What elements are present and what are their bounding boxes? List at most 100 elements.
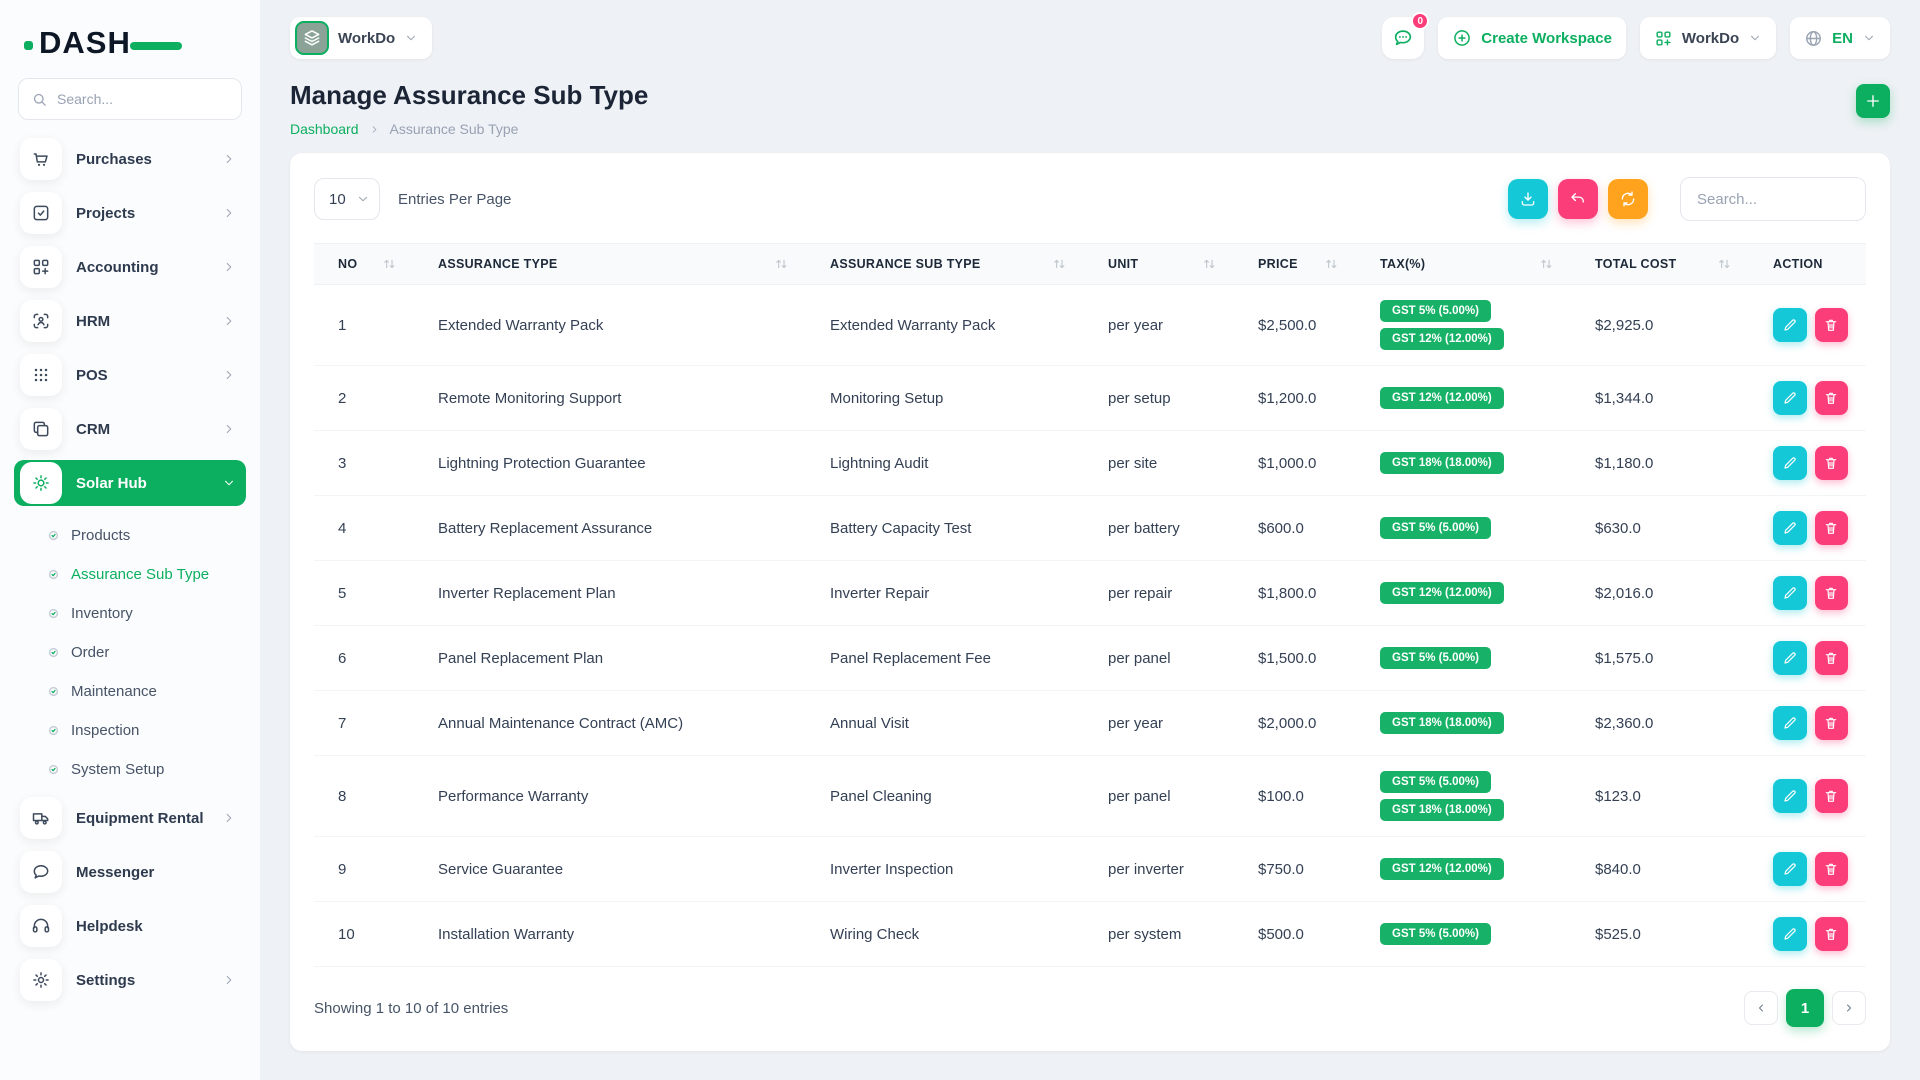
- column-header-price[interactable]: PRICE: [1234, 243, 1356, 285]
- sidebar-item-purchases[interactable]: Purchases: [14, 136, 246, 182]
- logo-dot: [24, 40, 33, 50]
- sidebar: DASH Purchases Projects Accounting HRM P…: [0, 0, 260, 1080]
- main-area: WorkDo 0 Create Workspace WorkDo EN Mana…: [260, 0, 1920, 1080]
- cell-price: $2,000.0: [1234, 690, 1356, 756]
- cell-total-cost: $1,575.0: [1571, 625, 1749, 691]
- cell-total-cost: $525.0: [1571, 901, 1749, 967]
- sidebar-item-messenger[interactable]: Messenger: [14, 849, 246, 895]
- edit-button[interactable]: [1773, 576, 1807, 610]
- sidebar-subitem-assurance-sub-type[interactable]: Assurance Sub Type: [48, 555, 246, 594]
- sort-icon[interactable]: [1203, 258, 1216, 270]
- workspace-name: WorkDo: [338, 29, 396, 47]
- sort-icon[interactable]: [775, 258, 788, 270]
- create-workspace-button[interactable]: Create Workspace: [1438, 17, 1626, 59]
- cell-assurance-type: Battery Replacement Assurance: [414, 495, 806, 561]
- sidebar-subitem-products[interactable]: Products: [48, 516, 246, 555]
- delete-button[interactable]: [1814, 381, 1848, 415]
- sidebar-search-input[interactable]: [57, 91, 229, 107]
- column-header-unit[interactable]: UNIT: [1084, 243, 1234, 285]
- cell-action: [1749, 365, 1866, 431]
- sidebar-item-accounting[interactable]: Accounting: [14, 244, 246, 290]
- delete-button[interactable]: [1814, 308, 1848, 342]
- sidebar-item-projects[interactable]: Projects: [14, 190, 246, 236]
- sidebar-subitem-inventory[interactable]: Inventory: [48, 594, 246, 633]
- edit-button[interactable]: [1773, 852, 1807, 886]
- sort-icon[interactable]: [1053, 258, 1066, 270]
- edit-button[interactable]: [1773, 446, 1807, 480]
- bullet-icon: [48, 647, 59, 658]
- brand-logo[interactable]: DASH: [14, 16, 246, 64]
- column-header-total-cost[interactable]: TOTAL COST: [1571, 243, 1749, 285]
- breadcrumb-current: Assurance Sub Type: [389, 121, 519, 137]
- chevron-right-icon: [222, 314, 236, 328]
- sidebar-item-pos[interactable]: POS: [14, 352, 246, 398]
- delete-button[interactable]: [1814, 511, 1848, 545]
- entries-per-page-select[interactable]: 10: [314, 178, 380, 220]
- sidebar-search[interactable]: [18, 78, 242, 120]
- edit-button[interactable]: [1773, 706, 1807, 740]
- bullet-icon: [48, 608, 59, 619]
- cell-action: [1749, 625, 1866, 691]
- dots-grid-icon: [31, 365, 51, 385]
- export-button[interactable]: [1508, 179, 1548, 219]
- delete-button[interactable]: [1814, 917, 1848, 951]
- sidebar-item-equipment-rental[interactable]: Equipment Rental: [14, 795, 246, 841]
- pagination-prev-button[interactable]: [1744, 991, 1778, 1025]
- sort-icon[interactable]: [1325, 258, 1338, 270]
- title-row: Manage Assurance Sub Type Dashboard Assu…: [290, 80, 1890, 137]
- sidebar-item-crm[interactable]: CRM: [14, 406, 246, 452]
- edit-button[interactable]: [1773, 779, 1807, 813]
- edit-button[interactable]: [1773, 308, 1807, 342]
- workspace-switcher[interactable]: WorkDo: [290, 17, 433, 59]
- edit-button[interactable]: [1773, 511, 1807, 545]
- topbar: WorkDo 0 Create Workspace WorkDo EN: [290, 12, 1890, 62]
- sidebar-subitem-order[interactable]: Order: [48, 633, 246, 672]
- column-header-no[interactable]: NO: [314, 243, 414, 285]
- back-button[interactable]: [1558, 179, 1598, 219]
- table-search-input[interactable]: [1680, 177, 1866, 221]
- column-header-tax[interactable]: TAX(%): [1356, 243, 1571, 285]
- refresh-button[interactable]: [1608, 179, 1648, 219]
- cell-action: [1749, 755, 1866, 837]
- sidebar-item-solar-hub[interactable]: Solar Hub: [14, 460, 246, 506]
- delete-button[interactable]: [1814, 641, 1848, 675]
- cell-no: 4: [314, 495, 414, 561]
- pagination-next-button[interactable]: [1832, 991, 1866, 1025]
- sort-icon[interactable]: [383, 258, 396, 270]
- column-header-assurance-sub-type[interactable]: ASSURANCE SUB TYPE: [806, 243, 1084, 285]
- delete-button[interactable]: [1814, 779, 1848, 813]
- column-header-assurance-type[interactable]: ASSURANCE TYPE: [414, 243, 806, 285]
- sidebar-item-helpdesk[interactable]: Helpdesk: [14, 903, 246, 949]
- add-assurance-sub-type-button[interactable]: [1856, 84, 1890, 118]
- language-label: EN: [1832, 29, 1853, 47]
- delete-button[interactable]: [1814, 576, 1848, 610]
- cell-no: 3: [314, 430, 414, 496]
- apps-menu-button[interactable]: WorkDo: [1639, 17, 1777, 59]
- sidebar-subitem-system-setup[interactable]: System Setup: [48, 750, 246, 789]
- delete-button[interactable]: [1814, 706, 1848, 740]
- column-header-action: ACTION: [1749, 243, 1866, 285]
- sidebar-item-settings[interactable]: Settings: [14, 957, 246, 1003]
- edit-button[interactable]: [1773, 917, 1807, 951]
- cell-assurance-type: Remote Monitoring Support: [414, 365, 806, 431]
- sidebar-item-hrm[interactable]: HRM: [14, 298, 246, 344]
- language-selector[interactable]: EN: [1790, 17, 1890, 59]
- messages-button[interactable]: 0: [1382, 12, 1430, 59]
- cell-assurance-type: Inverter Replacement Plan: [414, 560, 806, 626]
- cell-no: 8: [314, 755, 414, 837]
- checkbox-icon: [31, 203, 51, 223]
- sort-icon[interactable]: [1540, 258, 1553, 270]
- grid-plus-icon: [31, 257, 51, 277]
- sidebar-subitem-inspection[interactable]: Inspection: [48, 711, 246, 750]
- pagination-page-1[interactable]: 1: [1786, 989, 1824, 1027]
- breadcrumb-dashboard-link[interactable]: Dashboard: [290, 121, 359, 137]
- sort-icon[interactable]: [1718, 258, 1731, 270]
- chevron-down-icon: [356, 192, 370, 206]
- sidebar-subitem-maintenance[interactable]: Maintenance: [48, 672, 246, 711]
- edit-button[interactable]: [1773, 641, 1807, 675]
- edit-button[interactable]: [1773, 381, 1807, 415]
- chevron-right-icon: [222, 368, 236, 382]
- delete-button[interactable]: [1814, 446, 1848, 480]
- cell-no: 2: [314, 365, 414, 431]
- delete-button[interactable]: [1814, 852, 1848, 886]
